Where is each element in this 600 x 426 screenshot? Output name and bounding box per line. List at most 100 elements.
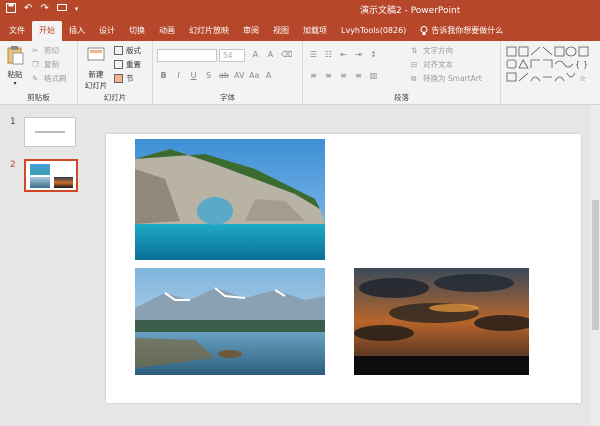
photo-sunset-clouds[interactable] — [354, 268, 529, 375]
layout-label: 版式 — [126, 46, 141, 55]
align-right-icon[interactable]: ≡ — [339, 71, 348, 80]
shrink-font-icon[interactable]: A — [266, 50, 275, 59]
columns-icon[interactable]: ▥ — [369, 71, 378, 80]
italic-icon[interactable]: I — [174, 71, 183, 80]
increase-indent-icon[interactable]: ⇥ — [354, 50, 363, 59]
present-icon[interactable] — [56, 3, 67, 17]
cut-label: 剪切 — [44, 46, 59, 55]
tab-slideshow[interactable]: 幻灯片放映 — [182, 21, 236, 41]
clear-format-icon[interactable]: ⌫ — [281, 50, 292, 59]
smartart-label: 转换为 SmartArt — [423, 74, 482, 83]
group-slides: 新建 幻灯片 版式 重置 节 幻灯片 — [78, 41, 153, 105]
paste-button[interactable]: 粘贴 ▾ — [3, 45, 27, 87]
font-name-input[interactable] — [157, 49, 217, 62]
align-buttons: ≡ ≡ ≡ ≡ ▥ — [309, 71, 378, 80]
list-buttons: ☰ ☷ ⇤ ⇥ ↕ — [309, 50, 378, 59]
tab-addins[interactable]: 加载项 — [296, 21, 334, 41]
ribbon-home: 粘贴 ▾ ✂ 剪切 ❐ 复制 ✎ 格式刷 剪贴板 新建 幻灯片 版式 重置 节 … — [0, 41, 600, 105]
copy-label: 复制 — [44, 60, 59, 69]
sunset-clouds-image — [354, 268, 529, 375]
new-slide-label-2: 幻灯片 — [84, 81, 108, 90]
tab-file[interactable]: 文件 — [2, 21, 32, 41]
mountain-lake-image — [135, 268, 325, 375]
align-text-label: 对齐文本 — [423, 60, 453, 69]
font-size-input[interactable]: 54 — [219, 49, 245, 62]
smartart-icon: ⧉ — [411, 74, 417, 83]
tab-transitions[interactable]: 切换 — [122, 21, 152, 41]
thumbnail-1-title-line — [35, 131, 65, 133]
paste-label: 粘贴 — [7, 70, 23, 79]
change-case-icon[interactable]: Aa — [249, 71, 259, 80]
save-icon[interactable] — [6, 3, 16, 17]
redo-icon[interactable]: ↷ — [40, 3, 48, 17]
ribbon-tabs: 文件 开始 插入 设计 切换 动画 幻灯片放映 审阅 视图 加载项 LvyhTo… — [0, 19, 600, 41]
text-direction-button[interactable]: ⇅ 文字方向 — [411, 45, 453, 56]
reset-icon — [114, 60, 123, 69]
tell-me-text: 告诉我你想要做什么 — [431, 26, 504, 35]
current-slide[interactable] — [106, 134, 581, 403]
line-spacing-icon[interactable]: ↕ — [369, 50, 378, 59]
tab-animations[interactable]: 动画 — [152, 21, 182, 41]
shadow-icon[interactable]: S — [204, 71, 213, 80]
brush-icon: ✎ — [32, 74, 39, 83]
shapes-gallery-icons: { } ☆ — [506, 46, 589, 83]
reset-button[interactable]: 重置 — [114, 59, 141, 70]
new-slide-label: 新建 — [88, 70, 104, 79]
paste-icon — [7, 46, 24, 65]
thumbnail-number-2: 2 — [10, 160, 16, 170]
grow-font-icon[interactable]: A — [251, 50, 260, 59]
font-format-buttons: B I U S ab AV Aa A — [159, 71, 273, 80]
shapes-gallery[interactable]: { } ☆ — [505, 45, 600, 87]
slide-editor-canvas — [92, 105, 600, 426]
svg-text:☆: ☆ — [579, 74, 586, 83]
tab-review[interactable]: 审阅 — [236, 21, 266, 41]
align-left-icon[interactable]: ≡ — [309, 71, 318, 80]
svg-text:{: { — [575, 60, 580, 69]
strikethrough-icon[interactable]: ab — [219, 71, 229, 80]
paste-dropdown-icon: ▾ — [13, 80, 17, 87]
tab-lvyhtools[interactable]: LvyhTools(0826) — [334, 21, 413, 41]
section-button[interactable]: 节 — [114, 73, 134, 84]
photo-mountain-lake[interactable] — [135, 268, 325, 375]
section-label: 节 — [126, 74, 134, 83]
align-center-icon[interactable]: ≡ — [324, 71, 333, 80]
slide-thumbnail-1[interactable] — [24, 117, 76, 147]
numbering-icon[interactable]: ☷ — [324, 50, 333, 59]
format-painter-button[interactable]: ✎ 格式刷 — [32, 73, 67, 84]
paragraph-group-label: 段落 — [394, 93, 409, 102]
window-title: 演示文稿2 - PowerPoint — [360, 6, 461, 16]
tab-insert[interactable]: 插入 — [62, 21, 92, 41]
copy-button[interactable]: ❐ 复制 — [32, 59, 59, 70]
justify-icon[interactable]: ≡ — [354, 71, 363, 80]
smartart-button[interactable]: ⧉ 转换为 SmartArt — [411, 73, 482, 84]
photo-sea-arch[interactable] — [135, 139, 325, 260]
tab-design[interactable]: 设计 — [92, 21, 122, 41]
new-slide-button[interactable]: 新建 幻灯片 — [82, 45, 110, 91]
undo-icon[interactable]: ↶ — [24, 3, 32, 17]
char-spacing-icon[interactable]: AV — [234, 71, 244, 80]
cut-button[interactable]: ✂ 剪切 — [32, 45, 59, 56]
underline-icon[interactable]: U — [189, 71, 198, 80]
align-text-icon: ⊟ — [411, 60, 418, 69]
bullets-icon[interactable]: ☰ — [309, 50, 318, 59]
thumbnail-2-photo-sunset — [54, 177, 73, 188]
customize-qat-icon[interactable]: ▾ — [75, 3, 79, 17]
slides-group-label: 幻灯片 — [103, 93, 127, 102]
tab-home[interactable]: 开始 — [32, 21, 62, 41]
layout-button[interactable]: 版式 — [114, 45, 141, 56]
font-size-buttons: A A ⌫ — [251, 50, 293, 59]
bold-icon[interactable]: B — [159, 71, 168, 80]
thumbnail-number-1: 1 — [10, 117, 16, 127]
vertical-scrollbar-thumb[interactable] — [592, 200, 599, 330]
layout-icon — [114, 46, 123, 55]
thumbnail-2-photo-arch — [30, 164, 50, 175]
tell-me-box[interactable]: 告诉我你想要做什么 — [413, 21, 510, 41]
align-text-button[interactable]: ⊟ 对齐文本 — [411, 59, 453, 70]
tab-view[interactable]: 视图 — [266, 21, 296, 41]
section-icon — [114, 74, 123, 83]
slide-thumbnail-2[interactable] — [24, 159, 78, 192]
vertical-scrollbar[interactable] — [591, 105, 600, 426]
lightbulb-icon — [420, 26, 428, 35]
decrease-indent-icon[interactable]: ⇤ — [339, 50, 348, 59]
font-color-icon[interactable]: A — [264, 71, 273, 80]
